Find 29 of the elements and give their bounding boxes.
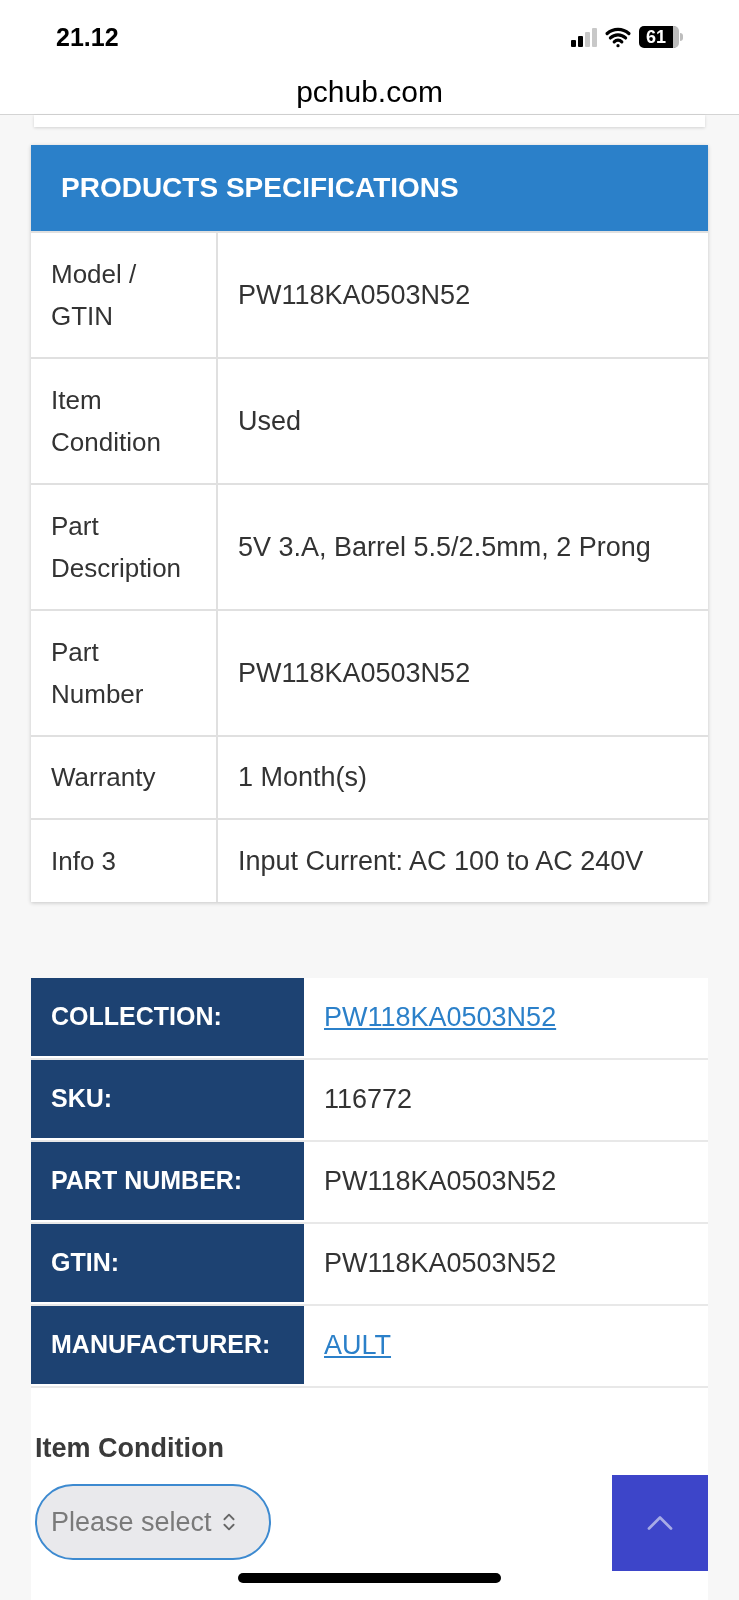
signal-icon [571, 27, 597, 48]
detail-label: GTIN: [31, 1223, 304, 1304]
status-time: 21.12 [56, 21, 119, 53]
spec-value: PW118KA0503N52 [217, 609, 708, 736]
detail-label: PART NUMBER: [31, 1141, 304, 1222]
item-condition-label: Item Condition [35, 1431, 225, 1465]
spec-value: PW118KA0503N52 [217, 231, 708, 358]
spec-value: 1 Month(s) [217, 735, 708, 819]
spec-value: Used [217, 357, 708, 484]
url-domain[interactable]: pchub.com [296, 74, 443, 107]
specifications-header: PRODUCTS SPECIFICATIONS [31, 144, 708, 231]
scroll-to-top-button[interactable] [612, 1475, 708, 1571]
detail-link[interactable]: PW118KA0503N52 [324, 997, 557, 1038]
detail-value: 116772 [324, 1083, 413, 1117]
detail-label: MANUFACTURER: [31, 1305, 304, 1386]
spec-label: Part Description [31, 483, 217, 610]
spec-label: Item Condition [31, 357, 217, 484]
spec-label: Part Number [31, 609, 217, 736]
detail-value: PW118KA0503N52 [324, 1165, 557, 1199]
spec-value: Input Current: AC 100 to AC 240V [217, 818, 708, 902]
detail-label: COLLECTION: [31, 977, 304, 1058]
detail-label: SKU: [31, 1059, 304, 1140]
detail-value: PW118KA0503N52 [324, 1247, 557, 1281]
item-condition-select[interactable]: Please select [35, 1484, 271, 1560]
spec-label: Model / GTIN [31, 231, 217, 358]
spec-label: Info 3 [31, 818, 217, 902]
detail-link[interactable]: AULT [324, 1325, 391, 1366]
spec-label: Warranty [31, 735, 217, 819]
spec-value: 5V 3.A, Barrel 5.5/2.5mm, 2 Prong [217, 483, 708, 610]
